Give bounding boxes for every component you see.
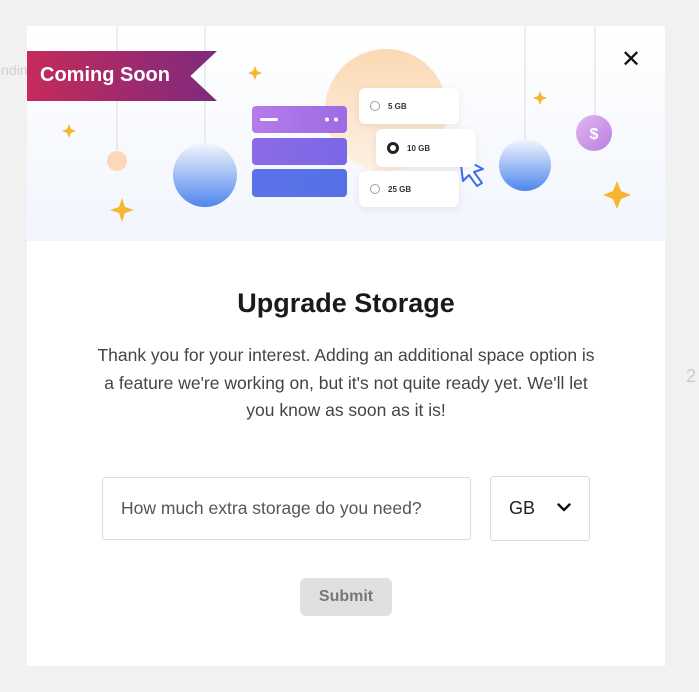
chevron-down-icon (557, 503, 571, 512)
close-icon: ✕ (620, 46, 642, 73)
hero-illustration: $ 5 GB 10 GB 25 GB Coming Soon (27, 26, 665, 241)
close-button[interactable]: ✕ (619, 48, 643, 72)
storage-option-card: 5 GB (359, 88, 459, 124)
right-ball (499, 139, 551, 191)
radio-selected-icon (387, 142, 399, 154)
submit-button[interactable]: Submit (300, 578, 392, 616)
storage-option-card: 25 GB (359, 171, 459, 207)
description-text: Thank you for your interest. Adding an a… (97, 345, 595, 420)
storage-option-label: 5 GB (388, 101, 407, 111)
left-ball (173, 143, 237, 207)
storage-amount-input[interactable] (102, 477, 471, 540)
coming-soon-badge: Coming Soon (27, 51, 217, 101)
radio-icon (370, 184, 380, 194)
background-text-fragment: Pending (0, 62, 27, 78)
star-icon (603, 181, 631, 209)
coming-soon-badge-label: Coming Soon (40, 64, 170, 86)
storage-option-label: 25 GB (388, 184, 412, 194)
page-title: Upgrade Storage (237, 288, 455, 318)
star-icon (533, 91, 547, 105)
storage-option-card-selected: 10 GB (376, 129, 476, 167)
star-icon (248, 66, 262, 80)
star-icon (62, 124, 76, 138)
storage-option-label: 10 GB (407, 143, 431, 153)
server-icon (252, 106, 347, 197)
upgrade-storage-modal: $ 5 GB 10 GB 25 GB Coming Soon ✕ Upgrade… (27, 26, 665, 666)
storage-unit-select[interactable]: GB (490, 476, 590, 541)
radio-icon (370, 101, 380, 111)
star-icon (110, 198, 134, 222)
storage-unit-value: GB (509, 498, 536, 518)
small-ball (107, 151, 127, 171)
background-number-fragment: 2 (686, 366, 697, 386)
coin-symbol: $ (590, 126, 599, 143)
